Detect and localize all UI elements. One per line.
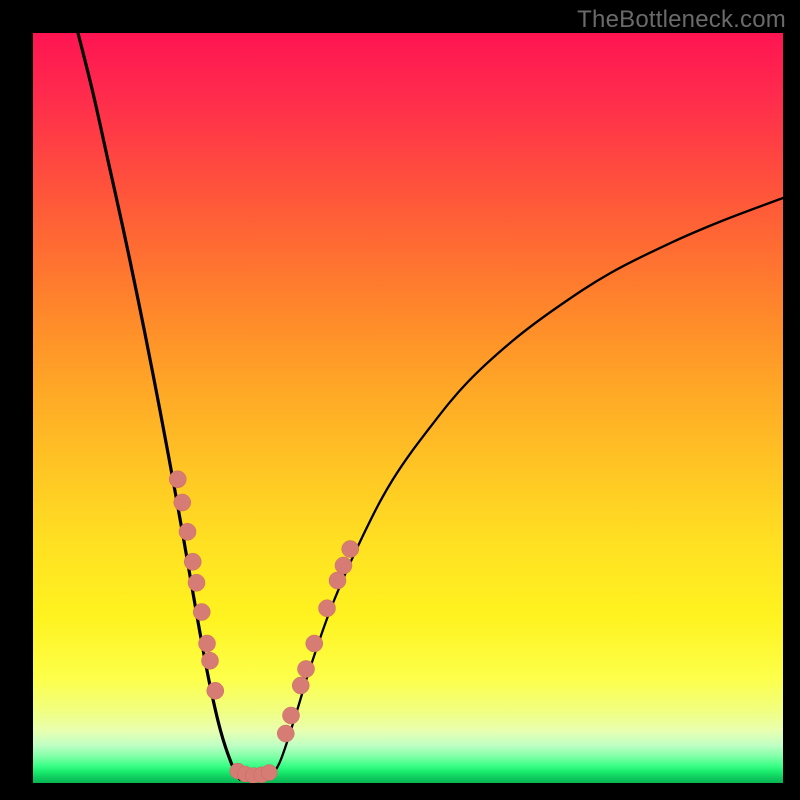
data-marker: [329, 572, 346, 589]
data-marker: [184, 553, 201, 570]
data-marker: [335, 557, 352, 574]
data-marker: [261, 765, 277, 781]
data-marker: [188, 574, 205, 591]
data-marker: [283, 707, 300, 724]
data-marker: [277, 725, 294, 742]
curve-layer: [78, 33, 783, 779]
data-marker: [292, 677, 309, 694]
data-marker: [207, 682, 224, 699]
curve-right-branch: [269, 198, 783, 779]
chart-svg: [33, 33, 783, 783]
data-marker: [169, 471, 186, 488]
data-marker: [179, 523, 196, 540]
data-marker: [193, 604, 210, 621]
data-marker: [174, 494, 191, 511]
data-marker: [342, 541, 359, 558]
data-marker: [202, 652, 219, 669]
watermark-text: TheBottleneck.com: [577, 6, 786, 34]
data-marker: [319, 600, 336, 617]
plot-area: [33, 33, 783, 783]
chart-frame: TheBottleneck.com: [0, 0, 800, 800]
data-marker: [298, 661, 315, 678]
data-marker: [199, 635, 216, 652]
data-marker: [306, 635, 323, 652]
